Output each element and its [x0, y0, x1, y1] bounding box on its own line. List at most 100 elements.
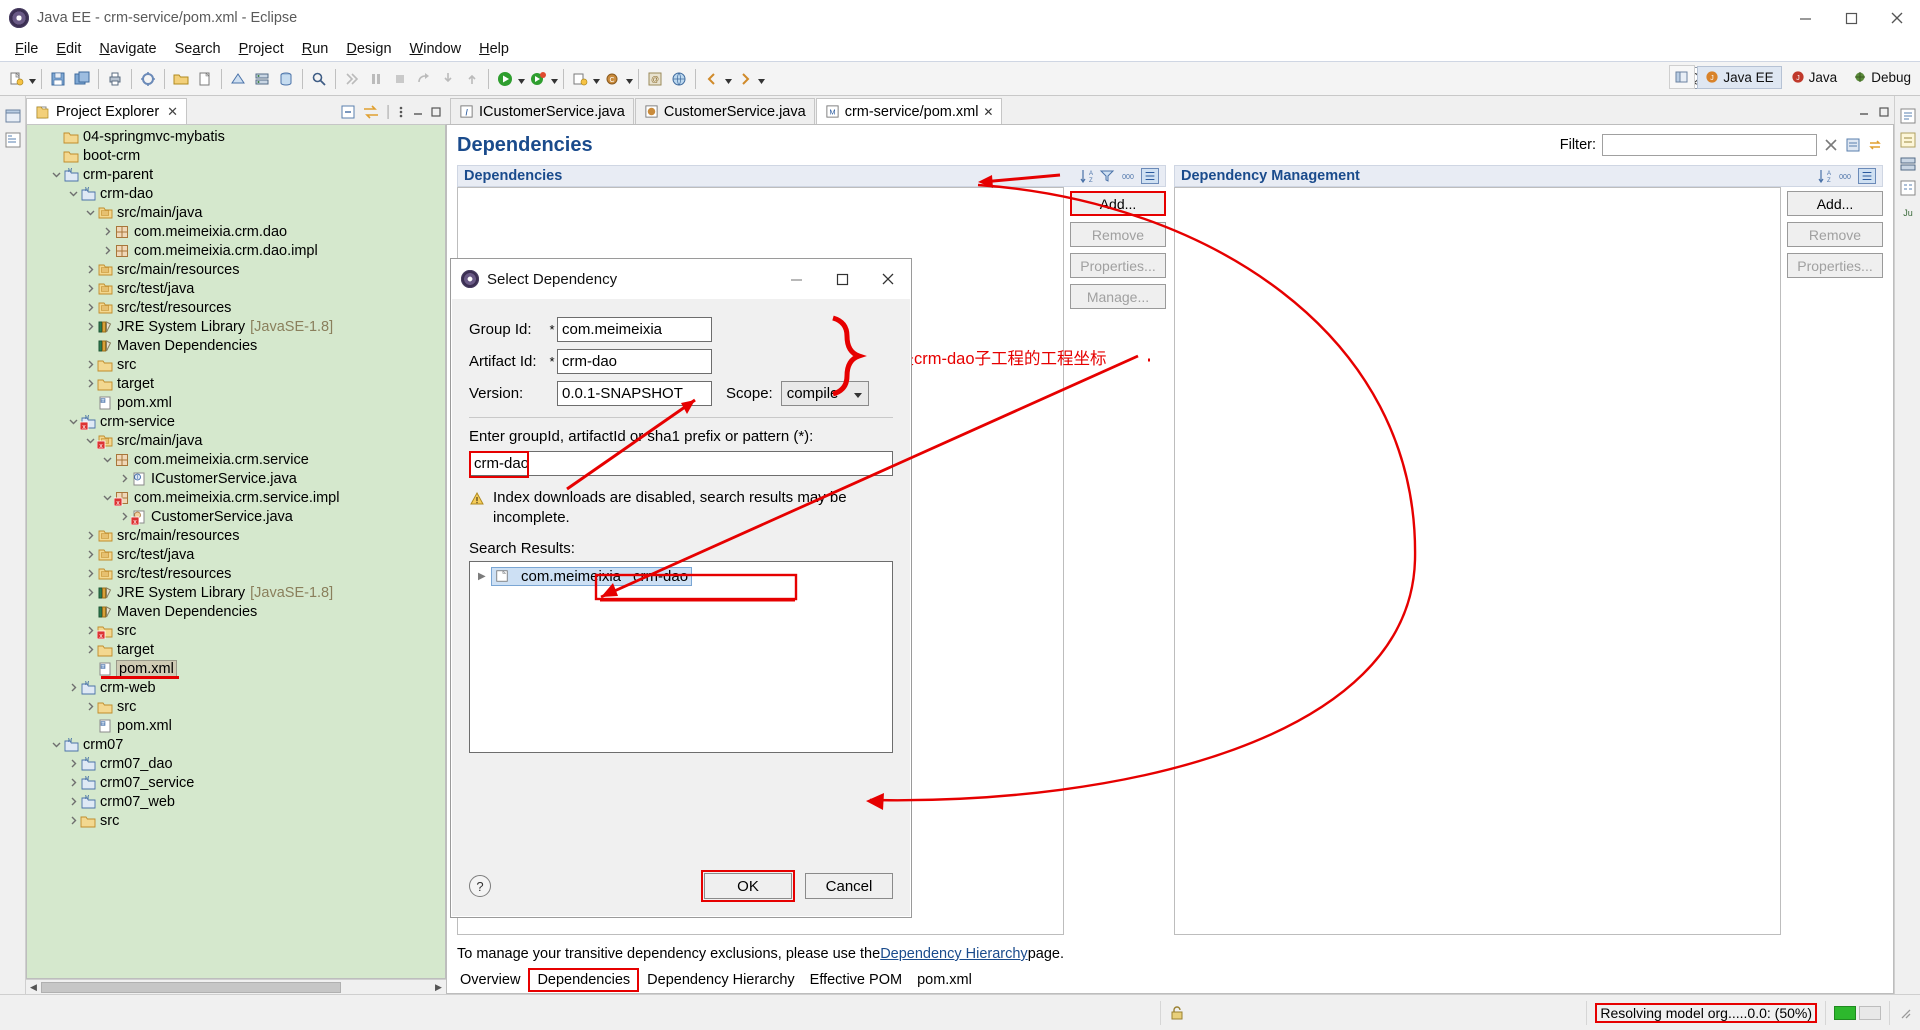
chevron-down-icon[interactable] [67, 412, 80, 431]
chevron-down-icon[interactable] [101, 488, 114, 507]
back-icon[interactable] [700, 67, 724, 91]
form-tab-overview[interactable]: Overview [453, 970, 527, 990]
chevron-down-icon[interactable] [50, 165, 63, 184]
outline-view-icon[interactable] [1898, 106, 1918, 126]
menu-run[interactable]: Run [293, 39, 338, 59]
sort-icon[interactable]: AZ [1078, 168, 1094, 184]
chevron-right-icon[interactable] [84, 583, 97, 602]
menu-edit[interactable]: Edit [47, 39, 90, 59]
chevron-right-icon[interactable] [118, 507, 131, 526]
new-class-icon[interactable]: C [601, 67, 625, 91]
tree-item[interactable]: src/main/resources [27, 260, 445, 279]
group-id-input[interactable]: com.meimeixia [557, 316, 712, 342]
tree-item[interactable]: src/main/resources [27, 526, 445, 545]
scroll-right-icon[interactable]: ▶ [431, 980, 446, 995]
tree-item[interactable]: src/test/java [27, 545, 445, 564]
database-icon[interactable] [274, 67, 298, 91]
maximize-view-icon[interactable] [430, 104, 442, 120]
chevron-right-icon[interactable] [84, 374, 97, 393]
perspective-java[interactable]: J Java [1784, 67, 1845, 88]
build-icon[interactable] [136, 67, 160, 91]
show-groupid-icon[interactable]: 000 [1120, 168, 1136, 184]
hierarchy-toggle-icon[interactable] [1141, 168, 1159, 184]
chevron-right-icon[interactable] [84, 298, 97, 317]
deploy-icon[interactable] [226, 67, 250, 91]
help-button[interactable]: ? [469, 875, 491, 897]
new-java-project-icon[interactable] [568, 67, 592, 91]
chevron-down-icon[interactable] [50, 735, 63, 754]
collapse-all-icon[interactable] [340, 104, 356, 120]
menu-project[interactable]: Project [230, 39, 293, 59]
chevron-right-icon[interactable] [67, 754, 80, 773]
link-icon[interactable] [1867, 137, 1883, 153]
filter-groups-icon[interactable] [1099, 168, 1115, 184]
menu-help[interactable]: Help [470, 39, 518, 59]
clear-filter-icon[interactable] [1823, 137, 1839, 153]
chevron-right-icon[interactable] [84, 545, 97, 564]
menu-file[interactable]: File [6, 39, 47, 59]
new-folder-icon[interactable] [169, 67, 193, 91]
editor-tab-pom-xml[interactable]: M crm-service/pom.xml ✕ [815, 98, 1003, 124]
search-icon[interactable] [307, 67, 331, 91]
tree-item[interactable]: Maven Dependencies [27, 602, 445, 621]
version-input[interactable]: 0.0.1-SNAPSHOT [557, 380, 712, 406]
dialog-maximize-button[interactable] [819, 259, 865, 299]
new-class-dropdown-icon[interactable] [625, 67, 634, 91]
tree-item[interactable]: Mcrm-web [27, 678, 445, 697]
filter-input[interactable] [1602, 134, 1817, 156]
tree-item[interactable]: src/test/resources [27, 298, 445, 317]
form-page-icon[interactable] [1845, 137, 1861, 153]
new-java-dropdown-icon[interactable] [592, 67, 601, 91]
tree-item[interactable]: src [27, 811, 445, 830]
explorer-horizontal-scrollbar[interactable]: ◀ ▶ [26, 979, 446, 994]
form-tab-dependencies[interactable]: Dependencies [528, 968, 640, 992]
show-groupid-icon[interactable]: 000 [1837, 168, 1853, 184]
chevron-right-icon[interactable] [84, 640, 97, 659]
chevron-down-icon[interactable] [84, 203, 97, 222]
chevron-right-icon[interactable] [101, 241, 114, 260]
menu-navigate[interactable]: Navigate [90, 39, 165, 59]
print-icon[interactable] [103, 67, 127, 91]
editor-tab-icustomerservice[interactable]: I ICustomerService.java [450, 98, 634, 124]
minimize-view-icon[interactable] [412, 104, 424, 120]
chevron-right-icon[interactable] [84, 526, 97, 545]
chevron-right-icon[interactable] [84, 260, 97, 279]
dialog-minimize-button[interactable] [773, 259, 819, 299]
chevron-right-icon[interactable] [84, 355, 97, 374]
chevron-down-icon[interactable] [101, 450, 114, 469]
tab-project-explorer[interactable]: Project Explorer ✕ [26, 98, 188, 124]
tree-item[interactable]: target [27, 374, 445, 393]
tree-item[interactable]: Maven Dependencies [27, 336, 445, 355]
chevron-right-icon[interactable] [67, 811, 80, 830]
chevron-right-icon[interactable] [118, 469, 131, 488]
tree-item[interactable]: com.meimeixia.crm.dao [27, 222, 445, 241]
open-perspective-button[interactable] [1669, 65, 1696, 89]
chevron-down-icon[interactable] [84, 431, 97, 450]
chevron-right-icon[interactable] [84, 317, 97, 336]
new-dropdown-icon[interactable] [28, 67, 37, 91]
tree-item[interactable]: com.meimeixia.crm.service [27, 450, 445, 469]
hierarchy-toggle-icon[interactable] [1858, 168, 1876, 184]
tree-item[interactable]: Mcrm07 [27, 735, 445, 754]
new-icon[interactable] [4, 67, 28, 91]
chevron-right-icon[interactable] [84, 564, 97, 583]
tree-item[interactable]: JRE System Library [JavaSE-1.8] [27, 317, 445, 336]
minimize-button[interactable] [1782, 0, 1828, 36]
globe-icon[interactable] [667, 67, 691, 91]
restore-view-icon[interactable] [3, 106, 23, 126]
tree-item[interactable]: Mcrm07_web [27, 792, 445, 811]
tree-item[interactable]: Mpom.xml [27, 716, 445, 735]
tree-item[interactable]: src/test/java [27, 279, 445, 298]
tree-item[interactable]: boot-crm [27, 146, 445, 165]
tree-item[interactable]: Mx crm-service [27, 412, 445, 431]
dialog-close-button[interactable] [865, 259, 911, 299]
run-icon[interactable] [493, 67, 517, 91]
perspective-java-ee[interactable]: J Java EE [1697, 65, 1782, 89]
server-icon[interactable] [250, 67, 274, 91]
menu-design[interactable]: Design [337, 39, 400, 59]
tree-item[interactable]: src [27, 355, 445, 374]
tree-item[interactable]: src/main/java [27, 203, 445, 222]
tree-item[interactable]: x CustomerService.java [27, 507, 445, 526]
dependency-hierarchy-link[interactable]: Dependency Hierarchy [880, 946, 1028, 962]
junit-view-icon[interactable]: Ju [1898, 202, 1918, 222]
